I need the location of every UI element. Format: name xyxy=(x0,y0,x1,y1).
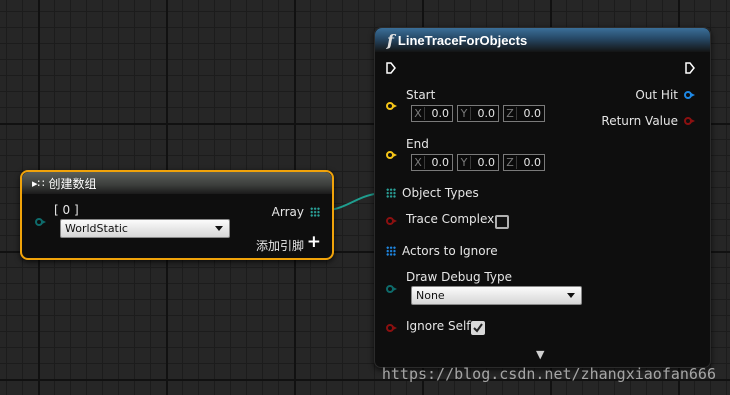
node-title-bar[interactable]: f LineTraceForObjects xyxy=(375,28,710,52)
end-label: End xyxy=(406,137,429,151)
draw-debug-type-pin-icon[interactable] xyxy=(386,285,397,293)
start-pin-icon[interactable] xyxy=(386,102,397,110)
trace-complex-label: Trace Complex xyxy=(406,212,495,226)
make-array-icon: ▸∷ xyxy=(32,177,45,190)
draw-debug-type-dropdown[interactable]: None xyxy=(411,286,582,305)
line-trace-for-objects-node[interactable]: f LineTraceForObjects Start X 0.0 Y 0.0 Z0… xyxy=(374,27,711,368)
chevron-down-icon xyxy=(567,293,575,298)
draw-debug-type-label: Draw Debug Type xyxy=(406,270,512,284)
start-vector-input: X 0.0 Y 0.0 Z 0.0 xyxy=(411,105,545,122)
node-title-bar[interactable]: ▸∷ 创建数组 xyxy=(22,172,332,194)
chevron-down-icon xyxy=(215,226,223,231)
end-vector-input: X 0.0 Y 0.0 Z 0.0 xyxy=(411,154,545,171)
element-0-dropdown[interactable]: WorldStatic xyxy=(60,219,230,238)
draw-debug-type-value: None xyxy=(416,289,445,302)
watermark: https://blog.csdn.net/zhangxiaofan666 xyxy=(381,365,716,383)
trace-complex-checkbox[interactable] xyxy=(495,215,509,229)
element-0-value: WorldStatic xyxy=(65,222,128,235)
make-array-node[interactable]: ▸∷ 创建数组 [ 0 ] WorldStatic Array 添加引脚 + xyxy=(20,170,334,260)
expand-advanced-icon[interactable]: ▼ xyxy=(536,348,544,361)
out-hit-pin-icon[interactable] xyxy=(684,91,695,99)
node-title: 创建数组 xyxy=(48,176,97,191)
element-0-label: [ 0 ] xyxy=(54,203,79,217)
ignore-self-pin-icon[interactable] xyxy=(386,324,397,332)
end-z-field[interactable]: Z 0.0 xyxy=(503,154,545,171)
node-title: LineTraceForObjects xyxy=(397,32,528,48)
array-output-pin-icon[interactable] xyxy=(310,207,320,217)
start-x-field[interactable]: X 0.0 xyxy=(411,105,453,122)
object-types-label: Object Types xyxy=(402,186,479,200)
exec-out-pin-icon[interactable] xyxy=(685,62,695,74)
end-y-field[interactable]: Y 0.0 xyxy=(457,154,499,171)
array-output-label: Array xyxy=(271,205,304,219)
return-value-label: Return Value xyxy=(601,114,678,128)
start-label: Start xyxy=(406,88,436,102)
ignore-self-checkbox[interactable] xyxy=(471,321,485,335)
actors-to-ignore-label: Actors to Ignore xyxy=(402,244,498,258)
start-z-field[interactable]: Z 0.0 xyxy=(503,105,545,122)
ignore-self-label: Ignore Self xyxy=(406,319,471,333)
start-y-field[interactable]: Y 0.0 xyxy=(457,105,499,122)
element-0-pin-icon[interactable] xyxy=(35,218,46,226)
add-pin-icon[interactable]: + xyxy=(307,232,321,252)
checkmark-icon xyxy=(473,323,483,333)
actors-to-ignore-array-pin-icon[interactable] xyxy=(386,246,396,256)
add-pin-label[interactable]: 添加引脚 xyxy=(256,237,304,254)
exec-in-pin-icon[interactable] xyxy=(386,62,396,74)
end-pin-icon[interactable] xyxy=(386,151,397,159)
function-icon: f xyxy=(387,30,394,50)
return-value-pin-icon[interactable] xyxy=(684,117,695,125)
trace-complex-pin-icon[interactable] xyxy=(386,217,397,225)
out-hit-label: Out Hit xyxy=(635,88,678,102)
end-x-field[interactable]: X 0.0 xyxy=(411,154,453,171)
object-types-array-pin-icon[interactable] xyxy=(386,188,396,198)
